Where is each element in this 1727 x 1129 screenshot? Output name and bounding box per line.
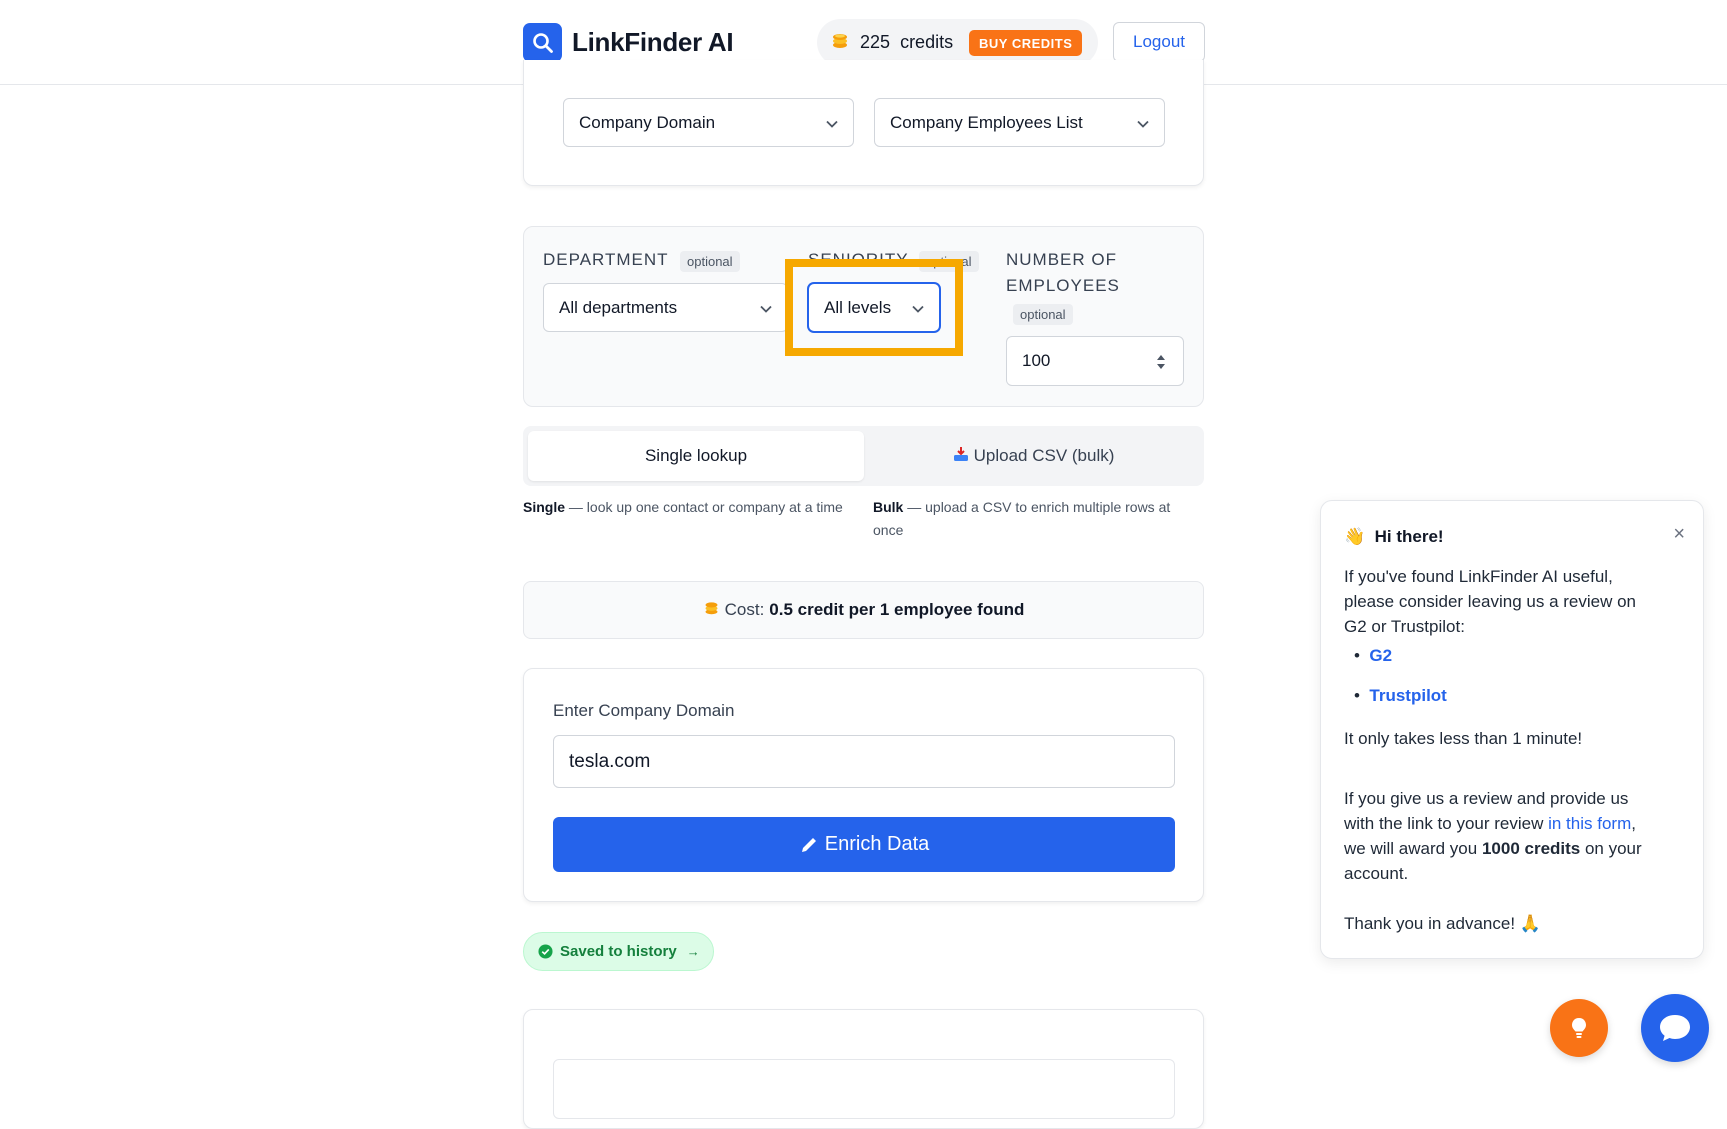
domain-input[interactable]: tesla.com <box>553 735 1175 788</box>
search-icon <box>523 23 562 62</box>
employees-number-input[interactable]: 100 <box>1006 336 1184 386</box>
popup-title: 👋 Hi there! <box>1344 527 1444 546</box>
chat-bubble-icon <box>1658 1013 1692 1043</box>
tab-single-lookup[interactable]: Single lookup <box>528 431 864 481</box>
trustpilot-link[interactable]: Trustpilot <box>1369 686 1446 705</box>
single-description: Single — look up one contact or company … <box>523 499 843 515</box>
employees-label-line2: EMPLOYEES <box>1006 276 1120 295</box>
department-select[interactable]: All departments <box>543 283 788 332</box>
brand-logo[interactable]: LinkFinder AI <box>523 23 734 62</box>
chat-button[interactable] <box>1641 994 1709 1062</box>
domain-label: Enter Company Domain <box>553 701 735 720</box>
logout-button[interactable]: Logout <box>1113 22 1205 62</box>
spinner-icon[interactable] <box>1155 353 1167 376</box>
mode-tabs: Single lookup Upload CSV (bulk) <box>523 426 1204 486</box>
employees-optional-badge: optional <box>1013 304 1073 325</box>
department-optional-badge: optional <box>680 251 740 272</box>
check-circle-icon <box>538 944 553 959</box>
cost-value: 0.5 credit per 1 employee found <box>769 600 1025 619</box>
popup-list-item: • Trustpilot <box>1354 686 1447 705</box>
credits-pill: 225 credits BUY CREDITS <box>817 19 1098 66</box>
arrow-right-icon: → <box>686 944 700 959</box>
popup-offer: If you give us a review and provide us w… <box>1344 789 1642 883</box>
saved-to-history-link[interactable]: Saved to history → <box>523 932 714 971</box>
review-popup: 👋 Hi there! × If you've found LinkFinder… <box>1320 500 1704 959</box>
highlight-box <box>785 259 963 356</box>
buy-credits-button[interactable]: BUY CREDITS <box>969 30 1083 56</box>
chevron-down-icon <box>1136 116 1150 136</box>
output-type-select[interactable]: Company Employees List <box>874 98 1165 147</box>
g2-link[interactable]: G2 <box>1369 646 1392 665</box>
chevron-down-icon <box>759 301 773 321</box>
input-type-select[interactable]: Company Domain <box>563 98 854 147</box>
department-label: DEPARTMENT <box>543 250 669 269</box>
coins-icon <box>703 599 720 621</box>
enrich-data-button[interactable]: Enrich Data <box>553 817 1175 872</box>
close-icon[interactable]: × <box>1673 523 1685 546</box>
pencil-icon <box>799 835 819 855</box>
bulk-description: Bulk — upload a CSV to enrich multiple r… <box>873 499 1171 538</box>
popup-list-item: • G2 <box>1354 646 1393 665</box>
popup-intro: If you've found LinkFinder AI useful, pl… <box>1344 567 1637 636</box>
chevron-down-icon <box>825 116 839 136</box>
results-placeholder-field <box>553 1059 1175 1119</box>
review-form-link[interactable]: in this form <box>1548 814 1631 833</box>
inbox-tray-icon <box>953 446 969 467</box>
brand-name: LinkFinder AI <box>572 27 734 57</box>
popup-thanks: Thank you in advance! 🙏 <box>1344 914 1541 933</box>
coins-icon <box>830 30 850 55</box>
employees-label-line1: NUMBER OF <box>1006 250 1117 269</box>
idea-button[interactable] <box>1550 999 1608 1057</box>
popup-note: It only takes less than 1 minute! <box>1344 729 1583 748</box>
tab-upload-csv[interactable]: Upload CSV (bulk) <box>868 431 1199 481</box>
credits-count: 225 credits <box>860 32 954 52</box>
cost-info: Cost: 0.5 credit per 1 employee found <box>523 581 1204 639</box>
lightbulb-icon <box>1569 1016 1589 1040</box>
